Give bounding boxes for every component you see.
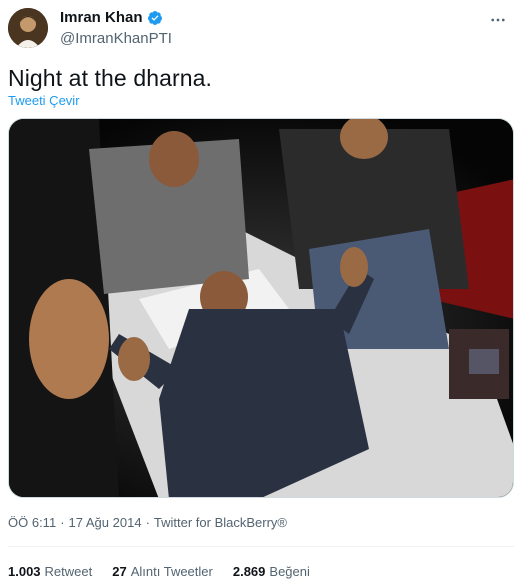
quote-tweets-label: Alıntı Tweetler bbox=[130, 564, 213, 579]
display-name-row: Imran Khan bbox=[60, 9, 163, 26]
photo-image bbox=[9, 119, 513, 497]
meta-separator: · bbox=[60, 515, 65, 530]
tweet-meta: ÖÖ 6:11 · 17 Ağu 2014 · Twitter for Blac… bbox=[8, 515, 287, 530]
verified-badge-icon bbox=[147, 10, 163, 26]
retweets-count: 1.003 bbox=[8, 564, 41, 579]
tweet-stats: 1.003 Retweet 27 Alıntı Tweetler 2.869 B… bbox=[8, 564, 310, 579]
likes-stat[interactable]: 2.869 Beğeni bbox=[233, 564, 310, 579]
display-name[interactable]: Imran Khan bbox=[60, 9, 143, 26]
quote-tweets-stat[interactable]: 27 Alıntı Tweetler bbox=[112, 564, 213, 579]
tweet-date[interactable]: 17 Ağu 2014 bbox=[69, 515, 142, 530]
tweet-photo[interactable] bbox=[8, 118, 514, 498]
handle[interactable]: @ImranKhanPTI bbox=[60, 30, 172, 47]
likes-count: 2.869 bbox=[232, 564, 266, 579]
tweet-time[interactable]: ÖÖ 6:11 bbox=[8, 515, 56, 530]
translate-tweet-link[interactable]: Tweeti Çevir bbox=[8, 93, 80, 108]
retweets-stat[interactable]: 1.003 Retweet bbox=[8, 564, 92, 579]
tweet-text: Night at the dharna. bbox=[8, 65, 213, 91]
meta-separator: · bbox=[145, 515, 150, 530]
avatar-image bbox=[8, 8, 48, 48]
tweet-card: Imran Khan @ImranKhanPTI Night at the dh… bbox=[0, 0, 522, 582]
avatar[interactable] bbox=[8, 8, 48, 48]
quote-tweets-count: 27 bbox=[112, 564, 127, 579]
likes-label: Beğeni bbox=[269, 564, 310, 579]
retweets-label: Retweet bbox=[44, 564, 93, 579]
more-horizontal-icon[interactable] bbox=[488, 10, 508, 30]
divider bbox=[8, 546, 514, 547]
tweet-source[interactable]: Twitter for BlackBerry® bbox=[154, 515, 287, 530]
